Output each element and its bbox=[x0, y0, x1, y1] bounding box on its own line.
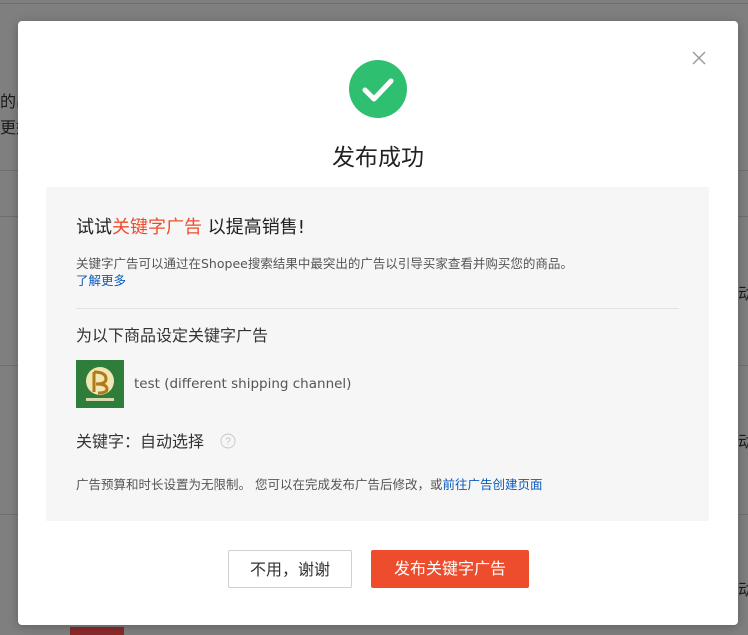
modal-title: 发布成功 bbox=[332, 145, 424, 171]
no-thanks-button[interactable]: 不用，谢谢 bbox=[228, 550, 352, 588]
publish-keyword-ads-button[interactable]: 发布关键字广告 bbox=[371, 550, 529, 588]
budget-note-text: 广告预算和时长设置为无限制。 您可以在完成发布广告后修改，或 bbox=[76, 477, 443, 492]
budget-note: 广告预算和时长设置为无限制。 您可以在完成发布广告后修改，或前往广告创建页面 bbox=[76, 476, 543, 494]
headline-highlight: 关键字广告 bbox=[112, 217, 202, 238]
keyword-ads-panel: 试试关键字广告 以提高销售! 关键字广告可以通过在Shopee搜索结果中最突出的… bbox=[46, 187, 709, 521]
headline-prefix: 试试 bbox=[76, 217, 112, 238]
section-title: 为以下商品设定关键字广告 bbox=[76, 326, 269, 345]
close-icon[interactable] bbox=[692, 51, 706, 65]
learn-more-link[interactable]: 了解更多 bbox=[76, 272, 126, 289]
product-name: test (different shipping channel) bbox=[134, 376, 352, 392]
ads-headline: 试试关键字广告 以提高销售! bbox=[76, 216, 305, 240]
panel-divider bbox=[76, 308, 679, 309]
question-circle-icon[interactable]: ? bbox=[220, 433, 236, 449]
svg-text:?: ? bbox=[225, 437, 231, 448]
headline-suffix: 以提高销售! bbox=[202, 217, 305, 238]
publish-success-modal: 发布成功 试试关键字广告 以提高销售! 关键字广告可以通过在Shopee搜索结果… bbox=[18, 21, 738, 625]
ads-description: 关键字广告可以通过在Shopee搜索结果中最突出的广告以引导买家查看并购买您的商… bbox=[76, 256, 573, 271]
check-circle-icon bbox=[349, 60, 407, 118]
create-ad-page-link[interactable]: 前往广告创建页面 bbox=[442, 477, 542, 492]
product-thumbnail bbox=[76, 360, 124, 408]
keyword-setting: 关键字：自动选择 bbox=[76, 432, 205, 451]
